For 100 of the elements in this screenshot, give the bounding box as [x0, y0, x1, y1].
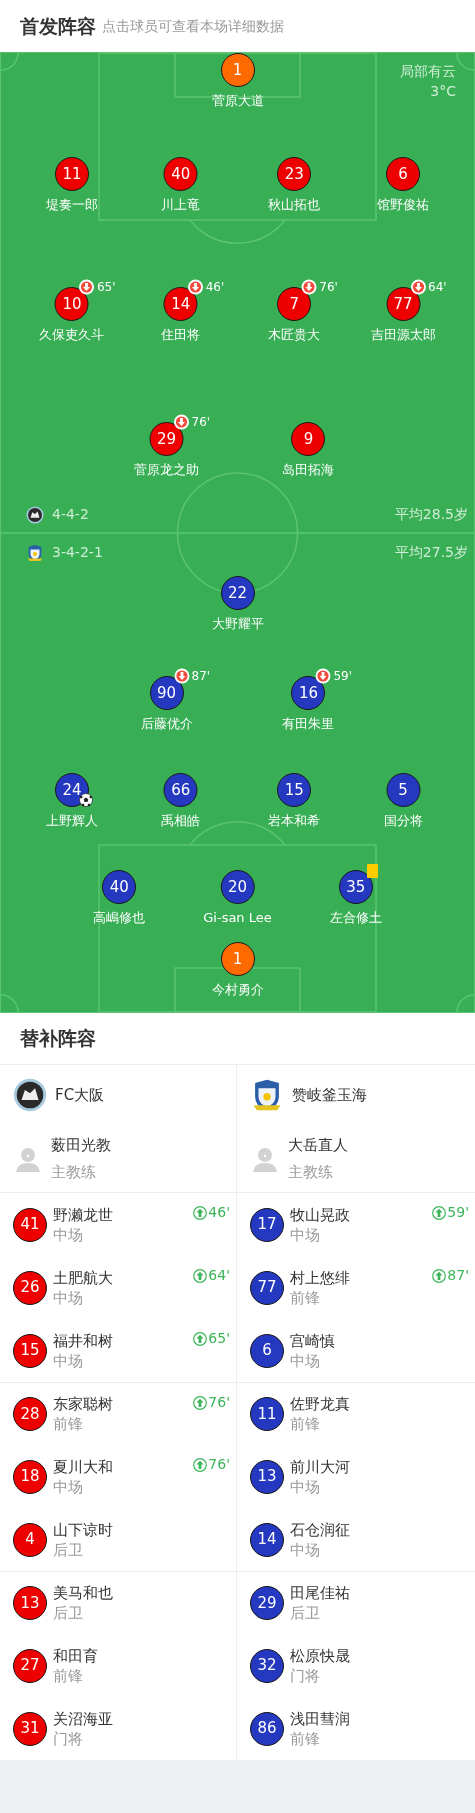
player-number[interactable]: 4 [13, 1522, 47, 1557]
player-position: 门将 [290, 1665, 321, 1686]
player-number[interactable]: 1 [220, 53, 255, 87]
substitution-off-icon [301, 279, 318, 295]
player-name[interactable]: Gi-san Lee [203, 908, 272, 928]
player-number[interactable]: 14 [163, 287, 198, 321]
player-name[interactable]: 浅田彗润 [290, 1708, 350, 1729]
player-name[interactable]: 佐野龙真 [290, 1394, 350, 1414]
player-name[interactable]: 菅原大道 [211, 91, 264, 111]
player-name[interactable]: 秋山拓也 [268, 195, 321, 215]
player-number[interactable]: 7 [277, 287, 312, 321]
player-name[interactable]: 上野辉人 [45, 811, 98, 831]
player-name[interactable]: 前川大河 [290, 1456, 350, 1477]
player-name[interactable]: 高嶋修也 [93, 908, 146, 928]
player-position: 后卫 [290, 1603, 321, 1623]
player-name[interactable]: 和田育 [53, 1645, 98, 1666]
player-position: 后卫 [53, 1603, 84, 1623]
player-position: 门将 [53, 1728, 84, 1749]
player-number[interactable]: 40 [102, 870, 137, 904]
player-name[interactable]: 松原快晟 [290, 1645, 350, 1666]
player-number[interactable]: 29 [250, 1586, 284, 1620]
player-name[interactable]: 住田将 [161, 325, 201, 345]
player-name[interactable]: 禹相皓 [161, 811, 201, 831]
player-number[interactable]: 24 [54, 773, 89, 807]
player-name[interactable]: 东家聪树 [53, 1394, 113, 1414]
weather-text: 局部有云 [400, 62, 456, 81]
team-logo-icon [26, 505, 44, 524]
player-number[interactable]: 13 [250, 1459, 284, 1494]
player-name[interactable]: 大野耀平 [211, 614, 264, 634]
player-number[interactable]: 6 [386, 157, 421, 191]
player-number[interactable]: 32 [250, 1648, 284, 1683]
formation-text: 3-4-2-1 [52, 543, 103, 562]
substitution-minute: 59' [447, 1203, 469, 1222]
coach-name[interactable]: 薮田光教 [51, 1134, 111, 1157]
player-number[interactable]: 86 [250, 1711, 284, 1746]
player-name[interactable]: 宫崎慎 [290, 1330, 335, 1351]
player-number[interactable]: 14 [250, 1522, 284, 1557]
player-name[interactable]: 川上竜 [161, 195, 201, 215]
player-name[interactable]: 今村勇介 [211, 980, 264, 1000]
substitution-off-icon [78, 279, 95, 295]
player-number[interactable]: 15 [13, 1333, 47, 1368]
player-number[interactable]: 29 [149, 422, 184, 456]
player-number[interactable]: 40 [163, 157, 198, 191]
player-name[interactable]: 山下谅时 [53, 1519, 113, 1540]
player-name[interactable]: 馆野俊祐 [377, 195, 430, 215]
player-number[interactable]: 90 [149, 676, 184, 710]
player-name[interactable]: 吉田源太郎 [370, 325, 436, 345]
player-name[interactable]: 岛田拓海 [282, 460, 335, 480]
player-number[interactable]: 23 [277, 157, 312, 191]
player-number[interactable]: 27 [13, 1648, 47, 1683]
substitution-minute: 64' [428, 279, 447, 296]
player-number[interactable]: 20 [220, 870, 255, 904]
player-number[interactable]: 5 [386, 773, 421, 807]
player-name[interactable]: 木匠贵大 [268, 325, 321, 345]
substitution-minute: 76' [191, 414, 211, 431]
player-position: 中场 [53, 1476, 84, 1497]
player-number[interactable]: 13 [13, 1586, 47, 1620]
player-number[interactable]: 17 [250, 1207, 284, 1242]
player-name[interactable]: 福井和树 [53, 1330, 113, 1351]
player-name[interactable]: 田尾佳祐 [290, 1583, 350, 1603]
player-name[interactable]: 久保吏久斗 [39, 325, 105, 345]
player-number[interactable]: 10 [54, 287, 89, 321]
player-name[interactable]: 夏川大和 [53, 1456, 113, 1477]
player-number[interactable]: 31 [13, 1711, 47, 1746]
player-number[interactable]: 18 [13, 1459, 47, 1494]
player-number[interactable]: 66 [163, 773, 198, 807]
player-number[interactable]: 41 [13, 1207, 47, 1242]
player-number[interactable]: 77 [250, 1270, 284, 1305]
player-position: 前锋 [290, 1414, 321, 1434]
player-number[interactable]: 15 [277, 773, 312, 807]
player-number[interactable]: 1 [220, 942, 255, 976]
player-name[interactable]: 堤奏一郎 [45, 195, 98, 215]
player-name[interactable]: 野濑龙世 [53, 1204, 113, 1225]
player-number[interactable]: 11 [54, 157, 89, 191]
player-name[interactable]: 牧山晃政 [290, 1204, 350, 1225]
player-name[interactable]: 国分将 [383, 811, 423, 831]
player-number[interactable]: 28 [13, 1397, 47, 1431]
player-position: 前锋 [53, 1665, 84, 1686]
player-number[interactable]: 16 [291, 676, 326, 710]
player-name[interactable]: 关沼海亚 [53, 1708, 113, 1729]
player-name[interactable]: 村上悠绯 [290, 1267, 350, 1288]
substitution-on-icon [193, 1395, 208, 1410]
player-name[interactable]: 岩本和希 [268, 811, 321, 831]
player-number[interactable]: 26 [13, 1270, 47, 1305]
player-name[interactable]: 土肥航大 [53, 1267, 113, 1288]
player-position: 中场 [290, 1224, 321, 1245]
player-number[interactable]: 35 [338, 870, 373, 904]
player-number[interactable]: 22 [220, 576, 255, 610]
player-name[interactable]: 有田朱里 [282, 714, 335, 734]
player-number[interactable]: 6 [250, 1333, 284, 1368]
player-number[interactable]: 9 [291, 422, 326, 456]
coach-name[interactable]: 大岳直人 [288, 1134, 348, 1157]
substitution-minute: 76' [319, 279, 338, 296]
player-name[interactable]: 后藤优介 [140, 714, 193, 734]
player-number[interactable]: 11 [250, 1397, 284, 1431]
player-name[interactable]: 左合修土 [329, 908, 382, 928]
player-name[interactable]: 菅原龙之助 [134, 460, 200, 480]
player-name[interactable]: 美马和也 [53, 1583, 113, 1603]
player-number[interactable]: 77 [386, 287, 421, 321]
player-name[interactable]: 石仓润征 [290, 1519, 350, 1540]
